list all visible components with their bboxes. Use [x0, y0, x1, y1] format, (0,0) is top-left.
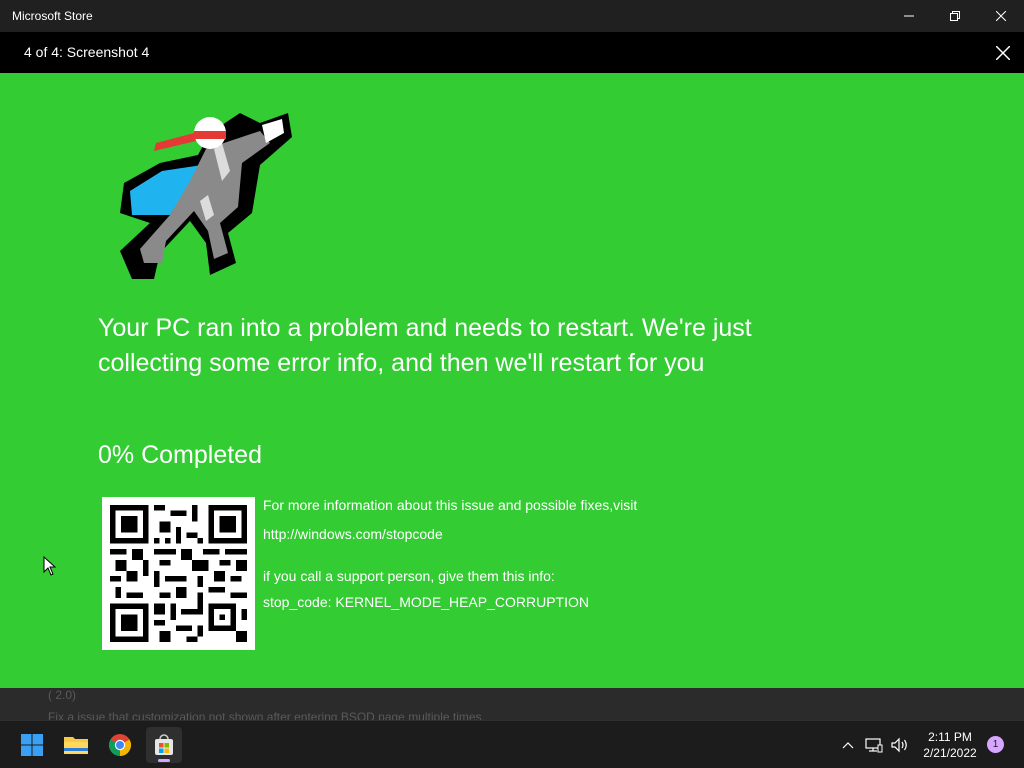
window-title: Microsoft Store	[12, 9, 93, 23]
close-icon	[996, 11, 1006, 21]
close-window-button[interactable]	[978, 0, 1024, 32]
volume-icon	[891, 737, 907, 753]
minimize-button[interactable]	[886, 0, 932, 32]
active-app-indicator	[158, 759, 170, 762]
file-explorer-icon	[64, 737, 88, 754]
windows-start-icon	[21, 734, 43, 756]
chrome-icon	[109, 734, 131, 756]
clock-date: 2/21/2022	[923, 746, 977, 760]
close-icon	[996, 46, 1010, 60]
support-text: if you call a support person, give them …	[263, 568, 555, 584]
underlying-text: ( 2.0)	[48, 688, 77, 702]
screenshot-viewer-header: 4 of 4: Screenshot 4	[0, 32, 1024, 73]
superhero-emoji-icon	[120, 113, 292, 279]
network-button[interactable]	[864, 735, 884, 755]
stop-code: stop_code: KERNEL_MODE_HEAP_CORRUPTION	[263, 594, 589, 610]
system-clock[interactable]: 2:11 PM 2/21/2022	[916, 729, 984, 761]
progress-text: 0% Completed	[98, 441, 262, 469]
qr-code	[102, 497, 255, 650]
taskbar-microsoft-store[interactable]	[146, 727, 182, 763]
show-hidden-icons-button[interactable]	[838, 735, 858, 755]
minimize-icon	[904, 15, 914, 17]
taskbar-file-explorer[interactable]	[58, 727, 94, 763]
mouse-cursor-icon	[43, 556, 57, 576]
title-bar: Microsoft Store	[0, 0, 1024, 32]
notification-badge[interactable]: 1	[987, 736, 1004, 753]
start-button[interactable]	[14, 727, 50, 763]
microsoft-store-icon	[155, 734, 173, 755]
underlying-text: Fix a issue that customization not shown…	[48, 710, 485, 720]
taskbar: 2:11 PM 2/21/2022	[0, 720, 1024, 768]
info-text: For more information about this issue an…	[263, 497, 638, 513]
stopcode-url: http://windows.com/stopcode	[263, 526, 443, 542]
restore-icon	[950, 11, 960, 21]
restore-button[interactable]	[932, 0, 978, 32]
underlying-content: ( 2.0) Fix a issue that customization no…	[0, 688, 1024, 720]
volume-button[interactable]	[890, 735, 910, 755]
close-viewer-button[interactable]	[990, 40, 1016, 66]
viewer-title: 4 of 4: Screenshot 4	[24, 44, 150, 60]
network-icon	[865, 738, 883, 753]
taskbar-chrome[interactable]	[102, 727, 138, 763]
chevron-up-icon	[842, 742, 854, 749]
screenshot-image: Your PC ran into a problem and needs to …	[0, 73, 1024, 688]
error-message: Your PC ran into a problem and needs to …	[98, 314, 752, 377]
qr-code-icon	[110, 505, 247, 642]
clock-time: 2:11 PM	[928, 730, 972, 744]
